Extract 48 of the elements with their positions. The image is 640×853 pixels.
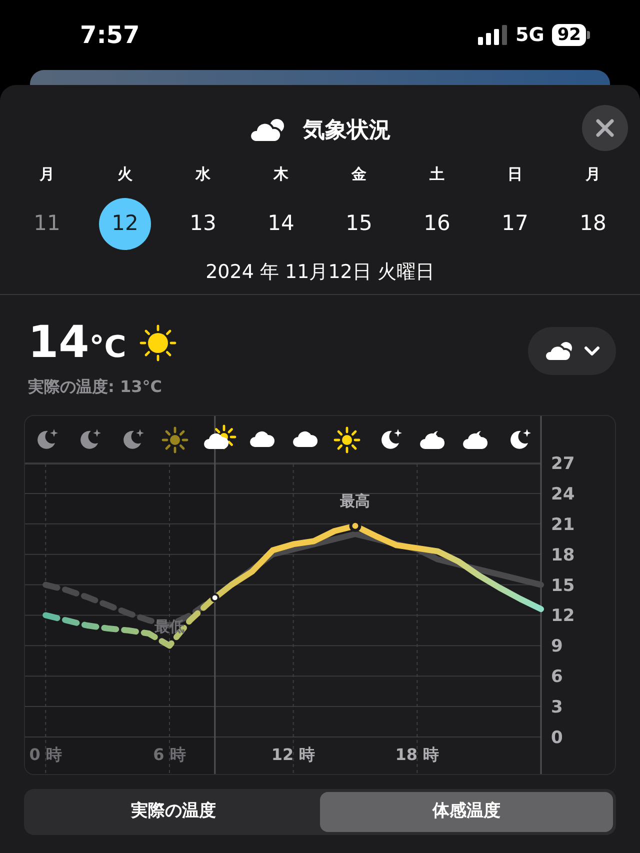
condition-dropdown[interactable] [528,327,616,375]
max-marker [349,520,362,532]
date-button[interactable]: 11 [21,198,73,250]
close-button[interactable] [582,105,628,151]
current-temperature: 14°C [28,321,126,365]
close-icon [595,118,615,138]
weekday-label: 金 [350,164,368,185]
cloud-icon [544,340,574,362]
x-axis-label: 18 時 [395,745,440,764]
date-button[interactable]: 15 [333,198,385,250]
y-axis-label: 3 [551,698,563,718]
annotation-label: 最低 [154,618,184,636]
signal-icon [478,25,508,45]
date-label: 2024 年 11月12日 火曜日 [206,260,434,282]
actual-temperature: 実際の温度: 13°C [28,376,163,398]
y-axis-label: 9 [551,636,563,657]
date-button[interactable]: 14 [255,198,307,250]
x-axis-label: 0 時 [29,745,62,764]
y-axis-label: 27 [551,454,575,474]
segment-button[interactable]: 体感温度 [320,792,613,832]
weekday-label: 水 [194,164,212,185]
chevron-down-icon [584,346,600,356]
weekday-label: 日 [506,164,524,185]
y-axis-label: 0 [551,728,563,748]
date-button[interactable]: 12 [99,198,151,250]
segment-button[interactable]: 実際の温度 [27,792,320,832]
annotation-label: 最高 [340,492,370,510]
y-axis-label: 12 [551,606,575,626]
weekday-label: 土 [428,164,446,185]
weekday-label: 月 [38,164,56,185]
date-button[interactable]: 18 [567,198,619,250]
weekday-label: 火 [116,164,134,185]
y-axis-label: 15 [551,576,575,596]
date-button[interactable]: 17 [489,198,541,250]
weekday-label: 木 [272,164,290,185]
y-axis-label: 24 [551,484,575,504]
x-axis-label: 12 時 [271,745,316,764]
network-type: 5G [516,22,544,48]
date-button[interactable]: 16 [411,198,463,250]
y-axis-label: 6 [551,667,563,688]
cloud-icon [249,117,287,143]
weekday-label: 月 [584,164,602,185]
y-axis-label: 18 [551,545,575,566]
y-axis-label: 21 [551,514,575,535]
x-axis-label: 6 時 [153,745,186,764]
sheet-title: 気象状況 [303,116,391,144]
date-button[interactable]: 13 [177,198,229,250]
clock: 7:57 [80,20,140,51]
